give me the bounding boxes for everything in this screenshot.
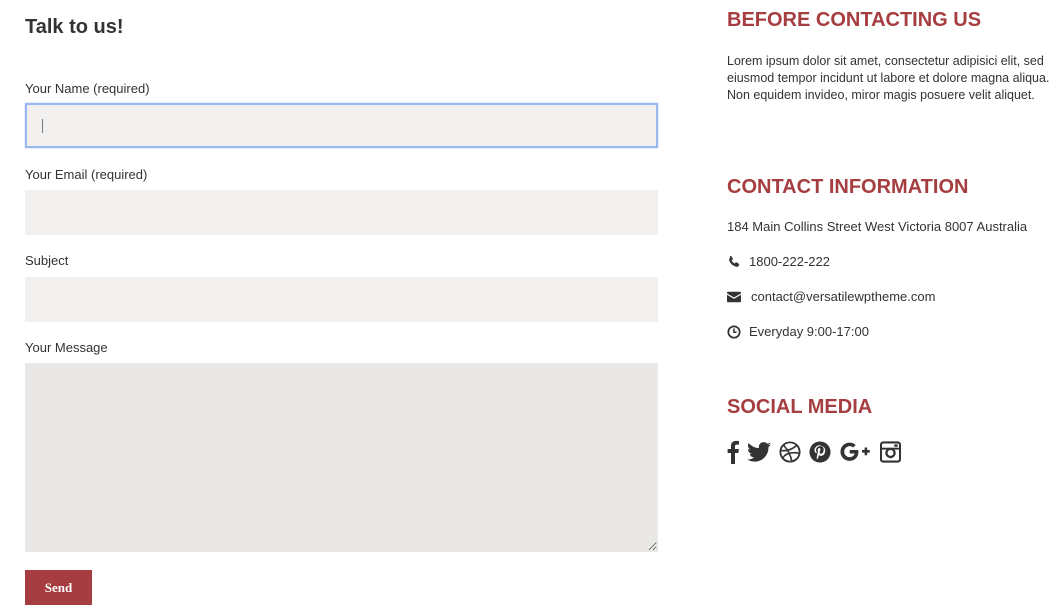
social-media-heading: SOCIAL MEDIA — [727, 396, 873, 418]
subject-input[interactable] — [25, 277, 658, 322]
hours-row: Everyday 9:00-17:00 — [727, 324, 869, 340]
send-button[interactable]: Send — [25, 570, 92, 605]
message-label: Your Message — [25, 340, 108, 355]
name-input[interactable] — [25, 103, 658, 148]
envelope-icon — [727, 291, 741, 303]
facebook-icon[interactable] — [727, 440, 739, 464]
address-text: 184 Main Collins Street West Victoria 80… — [727, 219, 1028, 234]
subject-label: Subject — [25, 253, 69, 268]
form-title: Talk to us! — [25, 16, 124, 38]
hours-text: Everyday 9:00-17:00 — [749, 324, 869, 339]
contact-information-heading: CONTACT INFORMATION — [727, 176, 969, 198]
contact-form: Talk to us! Your Name (required) Your Em… — [25, 14, 658, 605]
dribbble-icon[interactable] — [779, 440, 801, 464]
phone-text: 1800-222-222 — [749, 254, 830, 269]
phone-row: 1800-222-222 — [727, 254, 830, 270]
phone-icon — [729, 255, 740, 267]
email-input[interactable] — [25, 190, 658, 235]
message-textarea[interactable] — [25, 363, 658, 552]
twitter-icon[interactable] — [747, 440, 771, 464]
pinterest-icon[interactable] — [809, 440, 831, 464]
instagram-icon[interactable] — [880, 440, 901, 464]
google-plus-icon[interactable] — [839, 440, 872, 464]
before-contacting-text: Lorem ipsum dolor sit amet, consectetur … — [727, 54, 1050, 102]
social-icons-row — [727, 440, 901, 464]
email-label: Your Email (required) — [25, 167, 148, 182]
before-contacting-heading: BEFORE CONTACTING US — [727, 9, 982, 31]
name-label: Your Name (required) — [25, 81, 150, 96]
clock-icon — [727, 325, 741, 339]
email-row: contact@versatilewptheme.com — [727, 289, 935, 305]
text-caret — [42, 119, 43, 133]
contact-page: Talk to us! Your Name (required) Your Em… — [0, 0, 1052, 615]
email-text[interactable]: contact@versatilewptheme.com — [751, 289, 935, 305]
